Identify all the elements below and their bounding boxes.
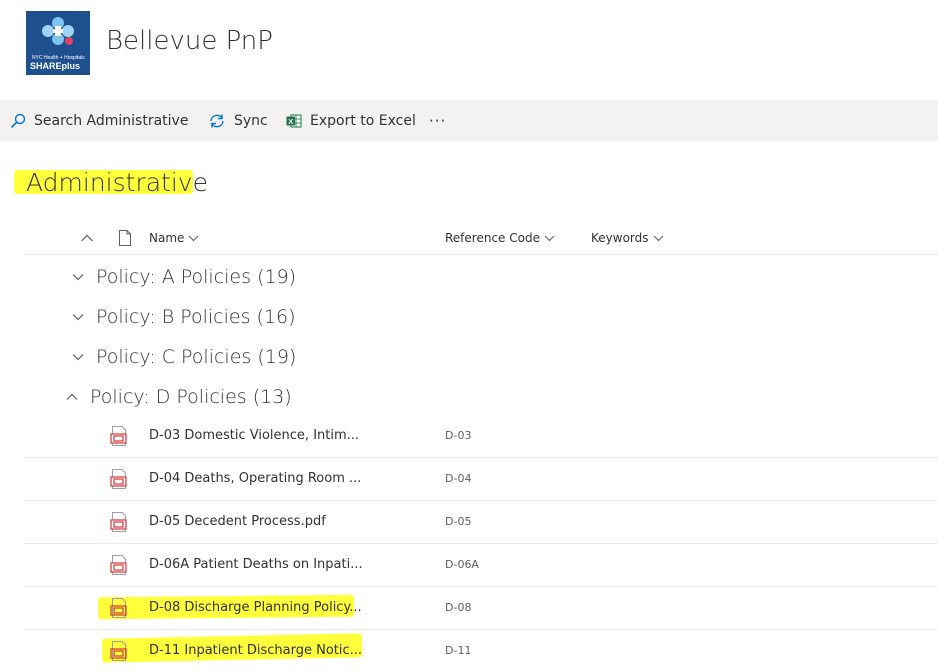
reference-code-column-label: Reference Code (445, 231, 540, 245)
chevron-down-icon (653, 235, 663, 242)
search-icon (10, 113, 26, 128)
excel-icon: X (286, 114, 302, 127)
logo-graphic (42, 17, 74, 45)
header-divider (24, 254, 938, 255)
group-header-b-policies[interactable]: Policy: B Policies (16) (72, 302, 296, 332)
export-to-excel-button[interactable]: X Export to Excel (286, 100, 416, 141)
reference-code-cell: D-11 (445, 644, 472, 657)
file-name-link[interactable]: D-05 Decedent Process.pdf (149, 500, 326, 543)
group-header-c-policies[interactable]: Policy: C Policies (19) (72, 342, 296, 372)
chevron-down-icon (72, 354, 84, 361)
chevron-down-icon (544, 235, 555, 242)
table-row[interactable]: D-03 Domestic Violence, Intim... D-03 (24, 414, 938, 458)
chevron-down-icon (72, 274, 84, 281)
pdf-file-icon (110, 512, 127, 532)
keywords-column-header[interactable]: Keywords (591, 228, 664, 248)
table-row[interactable]: D-04 Deaths, Operating Room ... D-04 (24, 457, 938, 501)
file-name-link[interactable]: D-03 Domestic Violence, Intim... (149, 414, 359, 457)
search-button[interactable]: Search Administrative (10, 100, 188, 141)
keywords-column-label: Keywords (591, 231, 649, 245)
document-icon (119, 230, 131, 246)
chevron-up-icon (66, 393, 78, 400)
svg-text:X: X (288, 117, 293, 126)
group-header-a-policies[interactable]: Policy: A Policies (19) (72, 262, 296, 292)
chevron-down-icon (72, 314, 84, 321)
pdf-file-icon (110, 598, 127, 618)
reference-code-cell: D-04 (445, 472, 472, 485)
page-title: Administrative (26, 168, 208, 197)
pdf-file-icon (110, 469, 127, 489)
more-icon: ··· (429, 111, 447, 130)
chevron-down-icon (189, 235, 199, 242)
sync-button[interactable]: Sync (208, 100, 268, 141)
reference-code-column-header[interactable]: Reference Code (445, 228, 555, 248)
chevron-up-icon (81, 234, 93, 242)
group-label: Policy: A Policies (19) (96, 266, 297, 288)
sync-icon (210, 114, 224, 127)
group-label: Policy: D Policies (13) (90, 386, 292, 408)
sync-label: Sync (234, 112, 268, 129)
site-title[interactable]: Bellevue PnP (106, 26, 273, 56)
group-label: Policy: B Policies (16) (96, 306, 296, 328)
file-type-column-header[interactable] (114, 228, 132, 248)
site-header: NYC Health + Hospitals SHAREplus Bellevu… (0, 0, 938, 100)
more-options-button[interactable]: ··· (429, 100, 446, 141)
reference-code-cell: D-03 (445, 429, 472, 442)
reference-code-cell: D-05 (445, 515, 472, 528)
table-row[interactable]: D-05 Decedent Process.pdf D-05 (24, 500, 938, 544)
site-logo[interactable]: NYC Health + Hospitals SHAREplus (26, 11, 90, 75)
group-header-d-policies[interactable]: Policy: D Policies (13) (66, 382, 292, 412)
table-row[interactable]: D-11 Inpatient Discharge Notic... D-11 (24, 629, 938, 672)
file-name-link[interactable]: D-06A Patient Deaths on Inpati... (149, 543, 363, 586)
file-name-link[interactable]: D-11 Inpatient Discharge Notic... (149, 629, 362, 672)
search-label: Search Administrative (34, 112, 189, 129)
table-row[interactable]: D-06A Patient Deaths on Inpati... D-06A (24, 543, 938, 587)
name-column-header[interactable]: Name (149, 228, 199, 248)
reference-code-cell: D-08 (445, 601, 472, 614)
file-name-link[interactable]: D-04 Deaths, Operating Room ... (149, 457, 361, 500)
group-label: Policy: C Policies (19) (96, 346, 297, 368)
name-column-label: Name (149, 231, 185, 245)
pdf-file-icon (110, 426, 127, 446)
logo-wordmark: SHAREplus (30, 61, 81, 71)
table-row[interactable]: D-08 Discharge Planning Policy... D-08 (24, 586, 938, 630)
collapse-all-button[interactable] (76, 228, 94, 248)
pdf-file-icon (110, 641, 127, 661)
file-name-link[interactable]: D-08 Discharge Planning Policy... (149, 586, 362, 629)
reference-code-cell: D-06A (445, 558, 479, 571)
command-bar: Search Administrative Sync X Export to E… (0, 100, 938, 141)
export-label: Export to Excel (310, 112, 416, 129)
pdf-file-icon (110, 555, 127, 575)
